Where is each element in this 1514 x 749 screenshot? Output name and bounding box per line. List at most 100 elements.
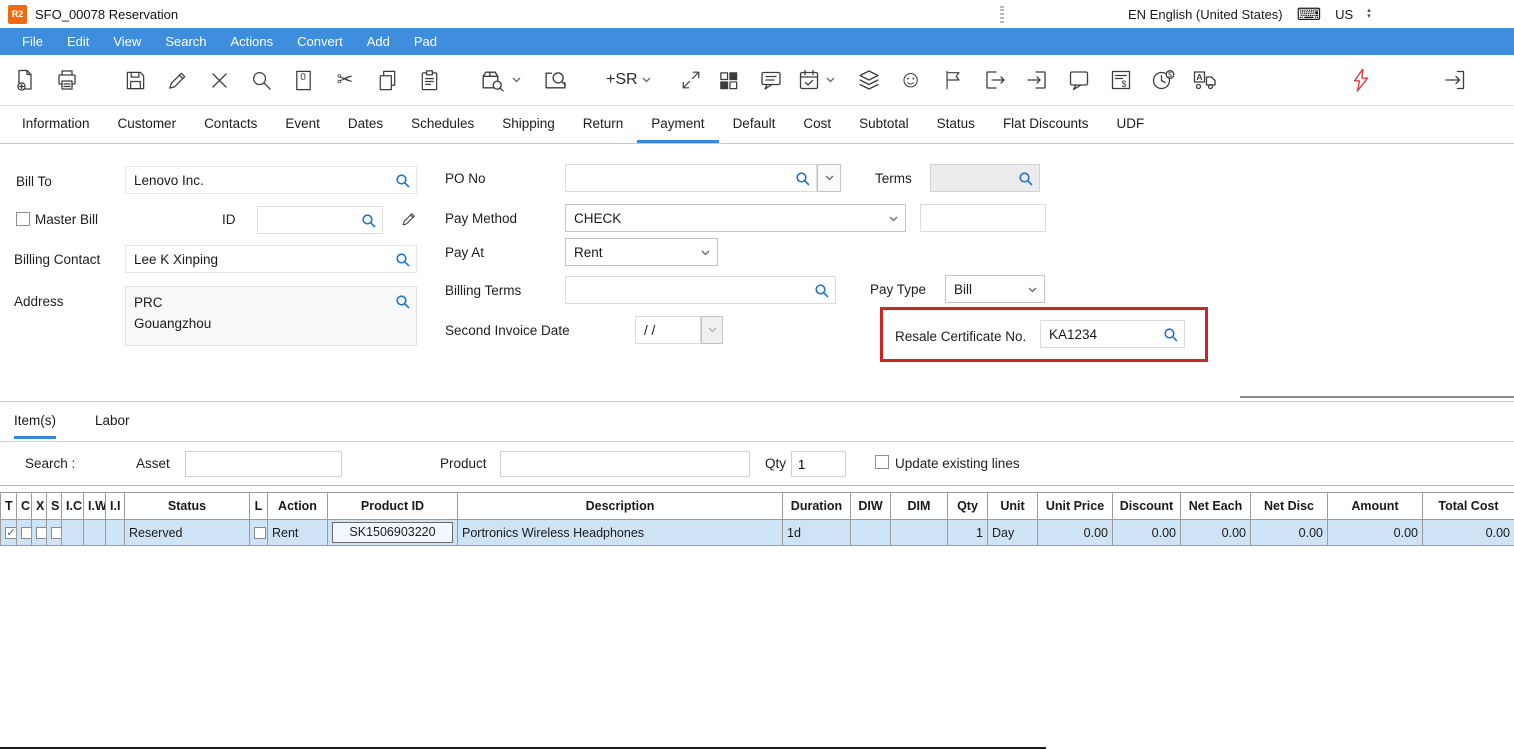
- row-l-checkbox[interactable]: [254, 527, 266, 539]
- tab-status[interactable]: Status: [923, 106, 989, 143]
- qty-input[interactable]: [791, 451, 846, 477]
- tab-return[interactable]: Return: [569, 106, 638, 143]
- row-description-cell[interactable]: Portronics Wireless Headphones: [458, 520, 783, 546]
- cut-button[interactable]: ✂: [324, 59, 366, 101]
- id-search-icon[interactable]: [361, 213, 377, 229]
- update-existing-lines-checkbox[interactable]: [875, 455, 889, 469]
- row-x-checkbox[interactable]: [36, 527, 47, 539]
- print-button[interactable]: [46, 59, 88, 101]
- row-discount-cell[interactable]: 0.00: [1113, 520, 1181, 546]
- column-header-s[interactable]: S: [47, 493, 62, 520]
- billing-terms-search-icon[interactable]: [814, 283, 830, 299]
- flag-button[interactable]: [932, 59, 974, 101]
- expand-button[interactable]: [674, 59, 708, 101]
- tab-flat-discounts[interactable]: Flat Discounts: [989, 106, 1103, 143]
- row-iw-cell[interactable]: [84, 520, 106, 546]
- billing-contact-field[interactable]: Lee K Xinping: [125, 245, 417, 273]
- notes-button[interactable]: [1058, 59, 1100, 101]
- quick-action-button[interactable]: [1340, 59, 1382, 101]
- menu-item-view[interactable]: View: [101, 28, 153, 55]
- tab-labor[interactable]: Labor: [95, 413, 130, 439]
- row-ii-cell[interactable]: [106, 520, 125, 546]
- address-field[interactable]: PRC Gouangzhou: [125, 286, 417, 346]
- paste-button[interactable]: [408, 59, 450, 101]
- resale-certificate-search-icon[interactable]: [1163, 327, 1179, 343]
- keyboard-layout[interactable]: US: [1335, 7, 1353, 22]
- tab-event[interactable]: Event: [271, 106, 334, 143]
- tab-information[interactable]: Information: [8, 106, 104, 143]
- column-header-net-disc[interactable]: Net Disc: [1251, 493, 1328, 520]
- tab-payment[interactable]: Payment: [637, 106, 718, 143]
- menu-item-actions[interactable]: Actions: [219, 28, 286, 55]
- add-sr-button[interactable]: +SR: [602, 71, 642, 89]
- tab-items[interactable]: Item(s): [14, 413, 56, 439]
- pay-at-select[interactable]: Rent: [565, 238, 718, 266]
- tab-default[interactable]: Default: [719, 106, 790, 143]
- menu-item-convert[interactable]: Convert: [285, 28, 355, 55]
- column-header-product-id[interactable]: Product ID: [328, 493, 458, 520]
- tab-subtotal[interactable]: Subtotal: [845, 106, 923, 143]
- row-unit-price-cell[interactable]: 0.00: [1038, 520, 1113, 546]
- new-document-button[interactable]: [4, 59, 46, 101]
- address-search-icon[interactable]: [395, 294, 411, 310]
- row-action-cell[interactable]: Rent: [268, 520, 328, 546]
- row-unit-cell[interactable]: Day: [988, 520, 1038, 546]
- column-header-l[interactable]: L: [250, 493, 268, 520]
- po-no-dropdown[interactable]: [817, 164, 841, 192]
- row-qty-cell[interactable]: 1: [948, 520, 988, 546]
- column-header-total-cost[interactable]: Total Cost: [1423, 493, 1514, 520]
- column-header-discount[interactable]: Discount: [1113, 493, 1181, 520]
- pay-type-select[interactable]: Bill: [945, 275, 1045, 303]
- row-amount-cell[interactable]: 0.00: [1328, 520, 1423, 546]
- column-header-action[interactable]: Action: [268, 493, 328, 520]
- column-header-iw[interactable]: I.W: [84, 493, 106, 520]
- tab-udf[interactable]: UDF: [1102, 106, 1158, 143]
- terms-field[interactable]: [930, 164, 1040, 192]
- exit-button[interactable]: [1434, 59, 1476, 101]
- save-button[interactable]: [114, 59, 156, 101]
- row-net-disc-cell[interactable]: 0.00: [1251, 520, 1328, 546]
- menu-item-edit[interactable]: Edit: [55, 28, 101, 55]
- bill-to-search-icon[interactable]: [395, 173, 411, 189]
- row-ic-cell[interactable]: [62, 520, 84, 546]
- tab-dates[interactable]: Dates: [334, 106, 397, 143]
- column-header-c[interactable]: C: [17, 493, 32, 520]
- checkout-button[interactable]: [974, 59, 1016, 101]
- row-t-checkbox[interactable]: ✓: [5, 527, 17, 539]
- copy-button[interactable]: [366, 59, 408, 101]
- column-header-unit[interactable]: Unit: [988, 493, 1038, 520]
- pay-method-extra-field[interactable]: [920, 204, 1046, 232]
- tab-contacts[interactable]: Contacts: [190, 106, 271, 143]
- column-header-status[interactable]: Status: [125, 493, 250, 520]
- record-count-button[interactable]: 0: [282, 59, 324, 101]
- time-billing-button[interactable]: $: [1142, 59, 1184, 101]
- row-status-cell[interactable]: Reserved: [125, 520, 250, 546]
- edit-button[interactable]: [156, 59, 198, 101]
- billing-terms-field[interactable]: [565, 276, 836, 304]
- product-input[interactable]: [500, 451, 750, 477]
- shipping-button[interactable]: A: [1184, 59, 1226, 101]
- menu-item-file[interactable]: File: [10, 28, 55, 55]
- tab-shipping[interactable]: Shipping: [488, 106, 569, 143]
- search-button[interactable]: [240, 59, 282, 101]
- column-header-ii[interactable]: I.I: [106, 493, 125, 520]
- tab-schedules[interactable]: Schedules: [397, 106, 488, 143]
- second-invoice-date-dropdown[interactable]: [701, 316, 723, 344]
- row-net-each-cell[interactable]: 0.00: [1181, 520, 1251, 546]
- invoice-button[interactable]: $: [1100, 59, 1142, 101]
- package-dropdown-chevron[interactable]: [512, 59, 524, 101]
- row-s-checkbox[interactable]: [51, 527, 62, 539]
- row-c-checkbox[interactable]: [21, 527, 32, 539]
- bill-to-field[interactable]: Lenovo Inc.: [125, 166, 417, 194]
- row-dim-cell[interactable]: [891, 520, 948, 546]
- edit-contact-button[interactable]: [394, 204, 424, 234]
- terms-search-icon[interactable]: [1018, 171, 1034, 187]
- resale-certificate-field[interactable]: KA1234: [1040, 320, 1185, 348]
- layout-spinner[interactable]: ▴ ▾: [1367, 8, 1371, 20]
- column-header-diw[interactable]: DIW: [851, 493, 891, 520]
- table-row[interactable]: ✓ Reserved Rent SK1506903220 Portronics …: [1, 520, 1514, 546]
- po-no-search-icon[interactable]: [795, 171, 811, 187]
- delete-button[interactable]: [198, 59, 240, 101]
- menu-item-pad[interactable]: Pad: [402, 28, 449, 55]
- calendar-dropdown-chevron[interactable]: [826, 59, 838, 101]
